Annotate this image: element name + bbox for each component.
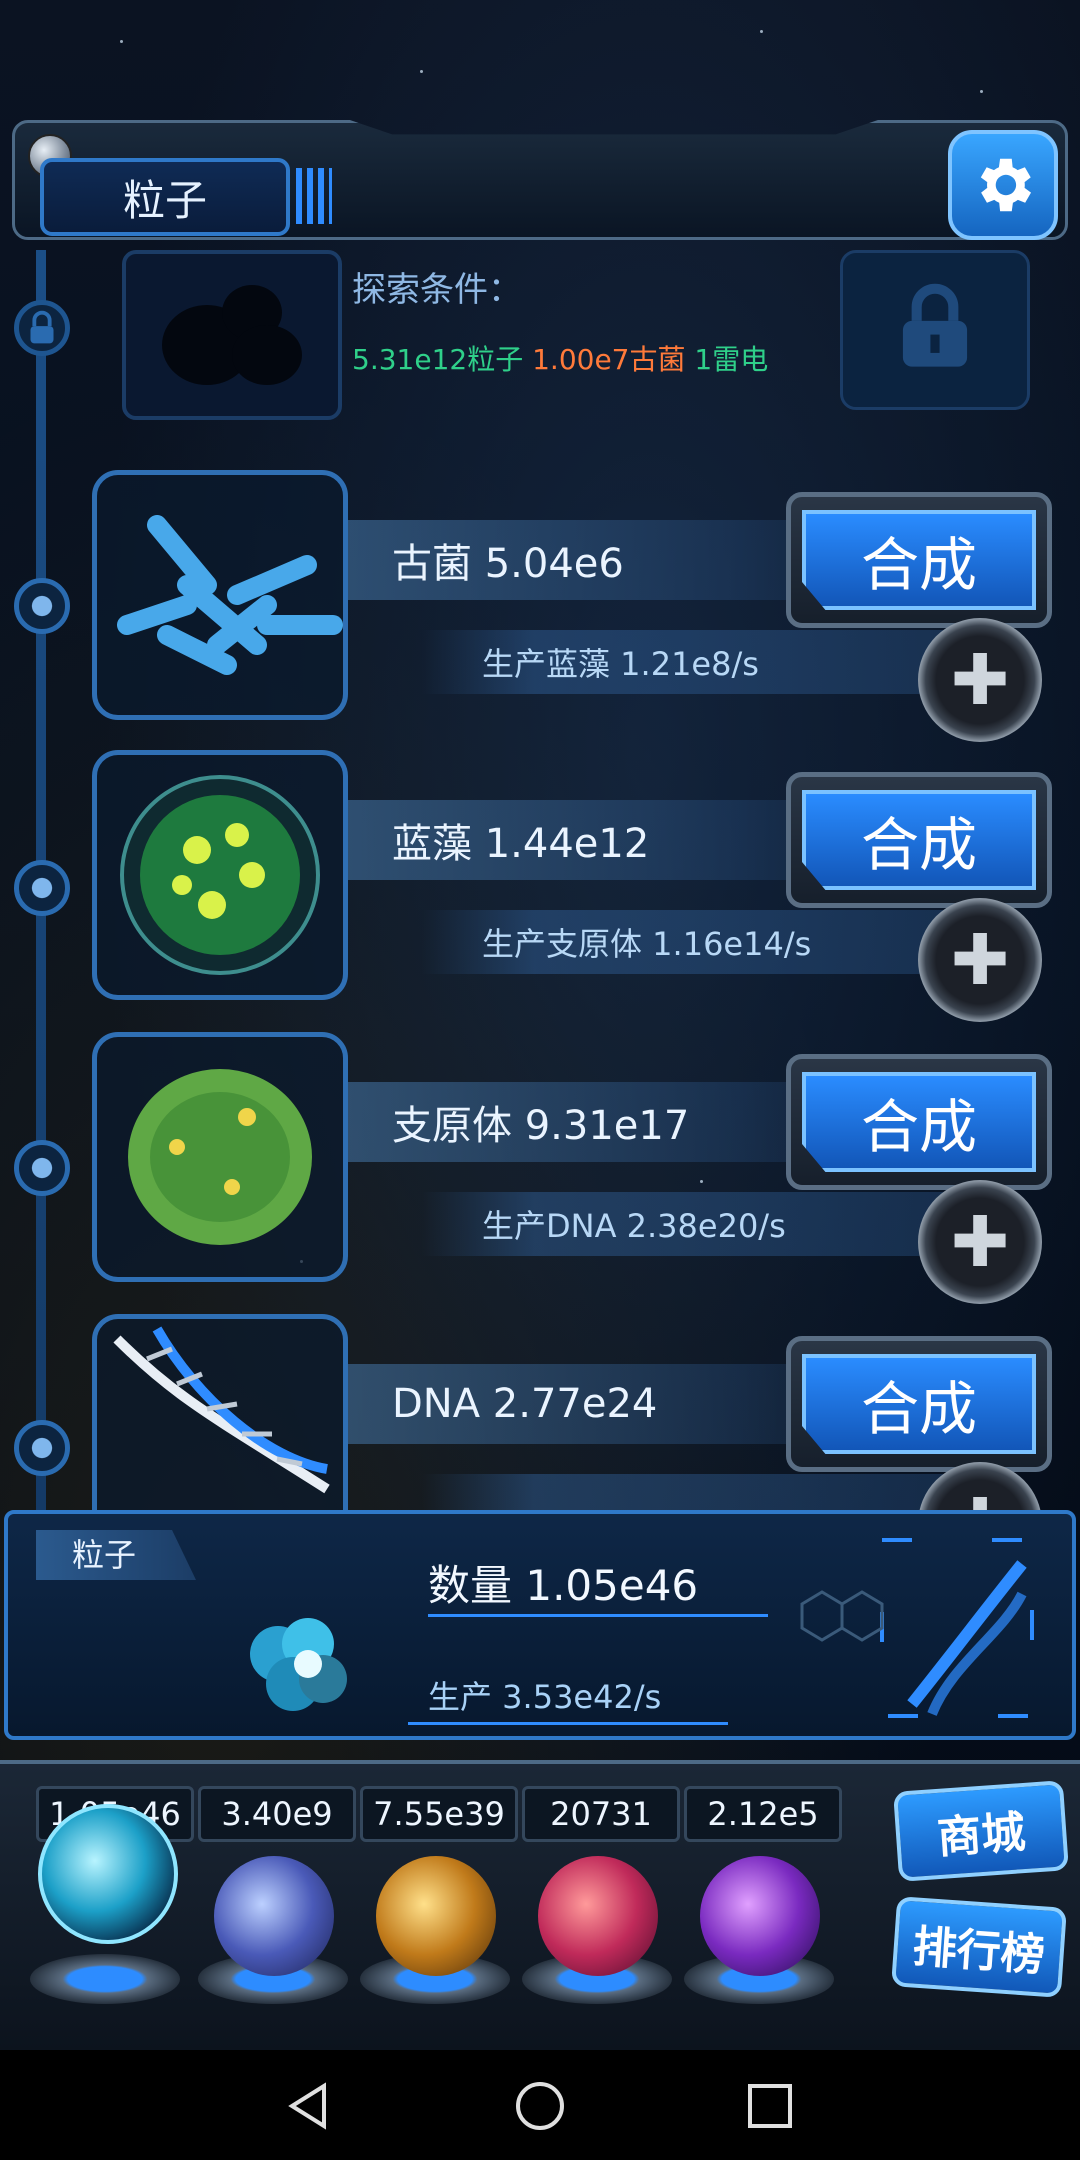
settings-button[interactable]: [948, 130, 1058, 240]
resource-info-panel: 粒子 数量 1.05e46 生产 3.53e42/s: [4, 1510, 1076, 1740]
condition-archaea: 1.00e7古菌: [532, 343, 686, 376]
home-icon[interactable]: [512, 2078, 568, 2134]
explore-condition-label: 探索条件：: [352, 270, 522, 310]
divider: [428, 1614, 768, 1617]
header: 粒子: [12, 120, 1068, 250]
plus-icon: ✚: [950, 1201, 1010, 1283]
item-row-dna: DNA 2.77e24 合成 ✚: [92, 1314, 1052, 1510]
locked-button[interactable]: [840, 250, 1030, 410]
item-production: 生产支原体 1.16e14/s: [422, 910, 982, 974]
particle-cluster-icon: [250, 1618, 347, 1711]
divider: [408, 1722, 728, 1725]
rail-node: [14, 1140, 70, 1196]
padlock-icon: [902, 283, 968, 367]
recents-icon[interactable]: [742, 2078, 798, 2134]
lock-node-icon: [14, 300, 70, 356]
dna-image: [92, 1314, 348, 1510]
item-row-cyanobacteria: 蓝藻 1.44e12 合成 生产支原体 1.16e14/s ✚: [92, 750, 1052, 1022]
rail-node: [14, 860, 70, 916]
explore-conditions: 5.31e12粒子 1.00e7古菌 1雷电: [352, 338, 768, 378]
galaxy-orb-icon[interactable]: [376, 1856, 496, 1976]
currency-value: 20731: [522, 1786, 680, 1842]
upgrade-button[interactable]: ✚: [918, 618, 1042, 742]
item-row-archaea: 古菌 5.04e6 合成 生产蓝藻 1.21e8/s ✚: [92, 470, 1052, 742]
item-row-mycoplasma: 支原体 9.31e17 合成 生产DNA 2.38e20/s ✚: [92, 1032, 1052, 1304]
locked-item-silhouette: [122, 250, 342, 420]
currency-value: 7.55e39: [360, 1786, 518, 1842]
resource-production: 生产 3.53e42/s: [428, 1678, 662, 1716]
system-navigation-bar: [0, 2050, 1080, 2160]
dna-molecule-icon: [800, 1538, 1034, 1718]
brain-orb-icon[interactable]: [538, 1856, 658, 1976]
vortex-orb-icon[interactable]: [700, 1856, 820, 1976]
ranking-button[interactable]: 排行榜: [891, 1896, 1067, 1998]
lightning-orb-icon[interactable]: [214, 1856, 334, 1976]
currency-bar: 1.05e46 3.40e9 7.55e39 20731 2.12e5 商城 排…: [0, 1760, 1080, 2050]
gear-icon: [980, 158, 1031, 212]
decor-stripes: [296, 168, 332, 224]
synthesize-button[interactable]: 合成: [802, 510, 1036, 610]
upgrade-button[interactable]: ✚: [918, 1180, 1042, 1304]
plus-icon: ✚: [950, 639, 1010, 721]
item-production: [422, 1474, 982, 1510]
shop-button[interactable]: 商城: [893, 1780, 1069, 1882]
item-production: 生产DNA 2.38e20/s: [422, 1192, 982, 1256]
resource-quantity: 数量 1.05e46: [428, 1561, 699, 1610]
pedestal: [30, 1954, 180, 2004]
plus-icon: ✚: [950, 919, 1010, 1001]
panel-tag: 粒子: [36, 1530, 196, 1580]
synthesize-button[interactable]: 合成: [802, 790, 1036, 890]
particle-orb-icon[interactable]: [38, 1804, 178, 1944]
page-title: 粒子: [40, 158, 290, 236]
synthesize-button[interactable]: 合成: [802, 1354, 1036, 1454]
cyanobacteria-image: [92, 750, 348, 1000]
condition-particles: 5.31e12粒子: [352, 343, 524, 376]
condition-thunder: 1雷电: [694, 343, 769, 376]
currency-value: 3.40e9: [198, 1786, 356, 1842]
item-production: 生产蓝藻 1.21e8/s: [422, 630, 982, 694]
mycoplasma-image: [92, 1032, 348, 1282]
locked-item-card: 探索条件： 5.31e12粒子 1.00e7古菌 1雷电: [112, 250, 1030, 420]
currency-value: 2.12e5: [684, 1786, 842, 1842]
archaea-image: [92, 470, 348, 720]
rail-node: [14, 1420, 70, 1476]
back-icon[interactable]: [280, 2078, 336, 2134]
synthesize-button[interactable]: 合成: [802, 1072, 1036, 1172]
plus-icon: ✚: [951, 1489, 1010, 1510]
rail-node: [14, 578, 70, 634]
upgrade-button[interactable]: ✚: [918, 898, 1042, 1022]
